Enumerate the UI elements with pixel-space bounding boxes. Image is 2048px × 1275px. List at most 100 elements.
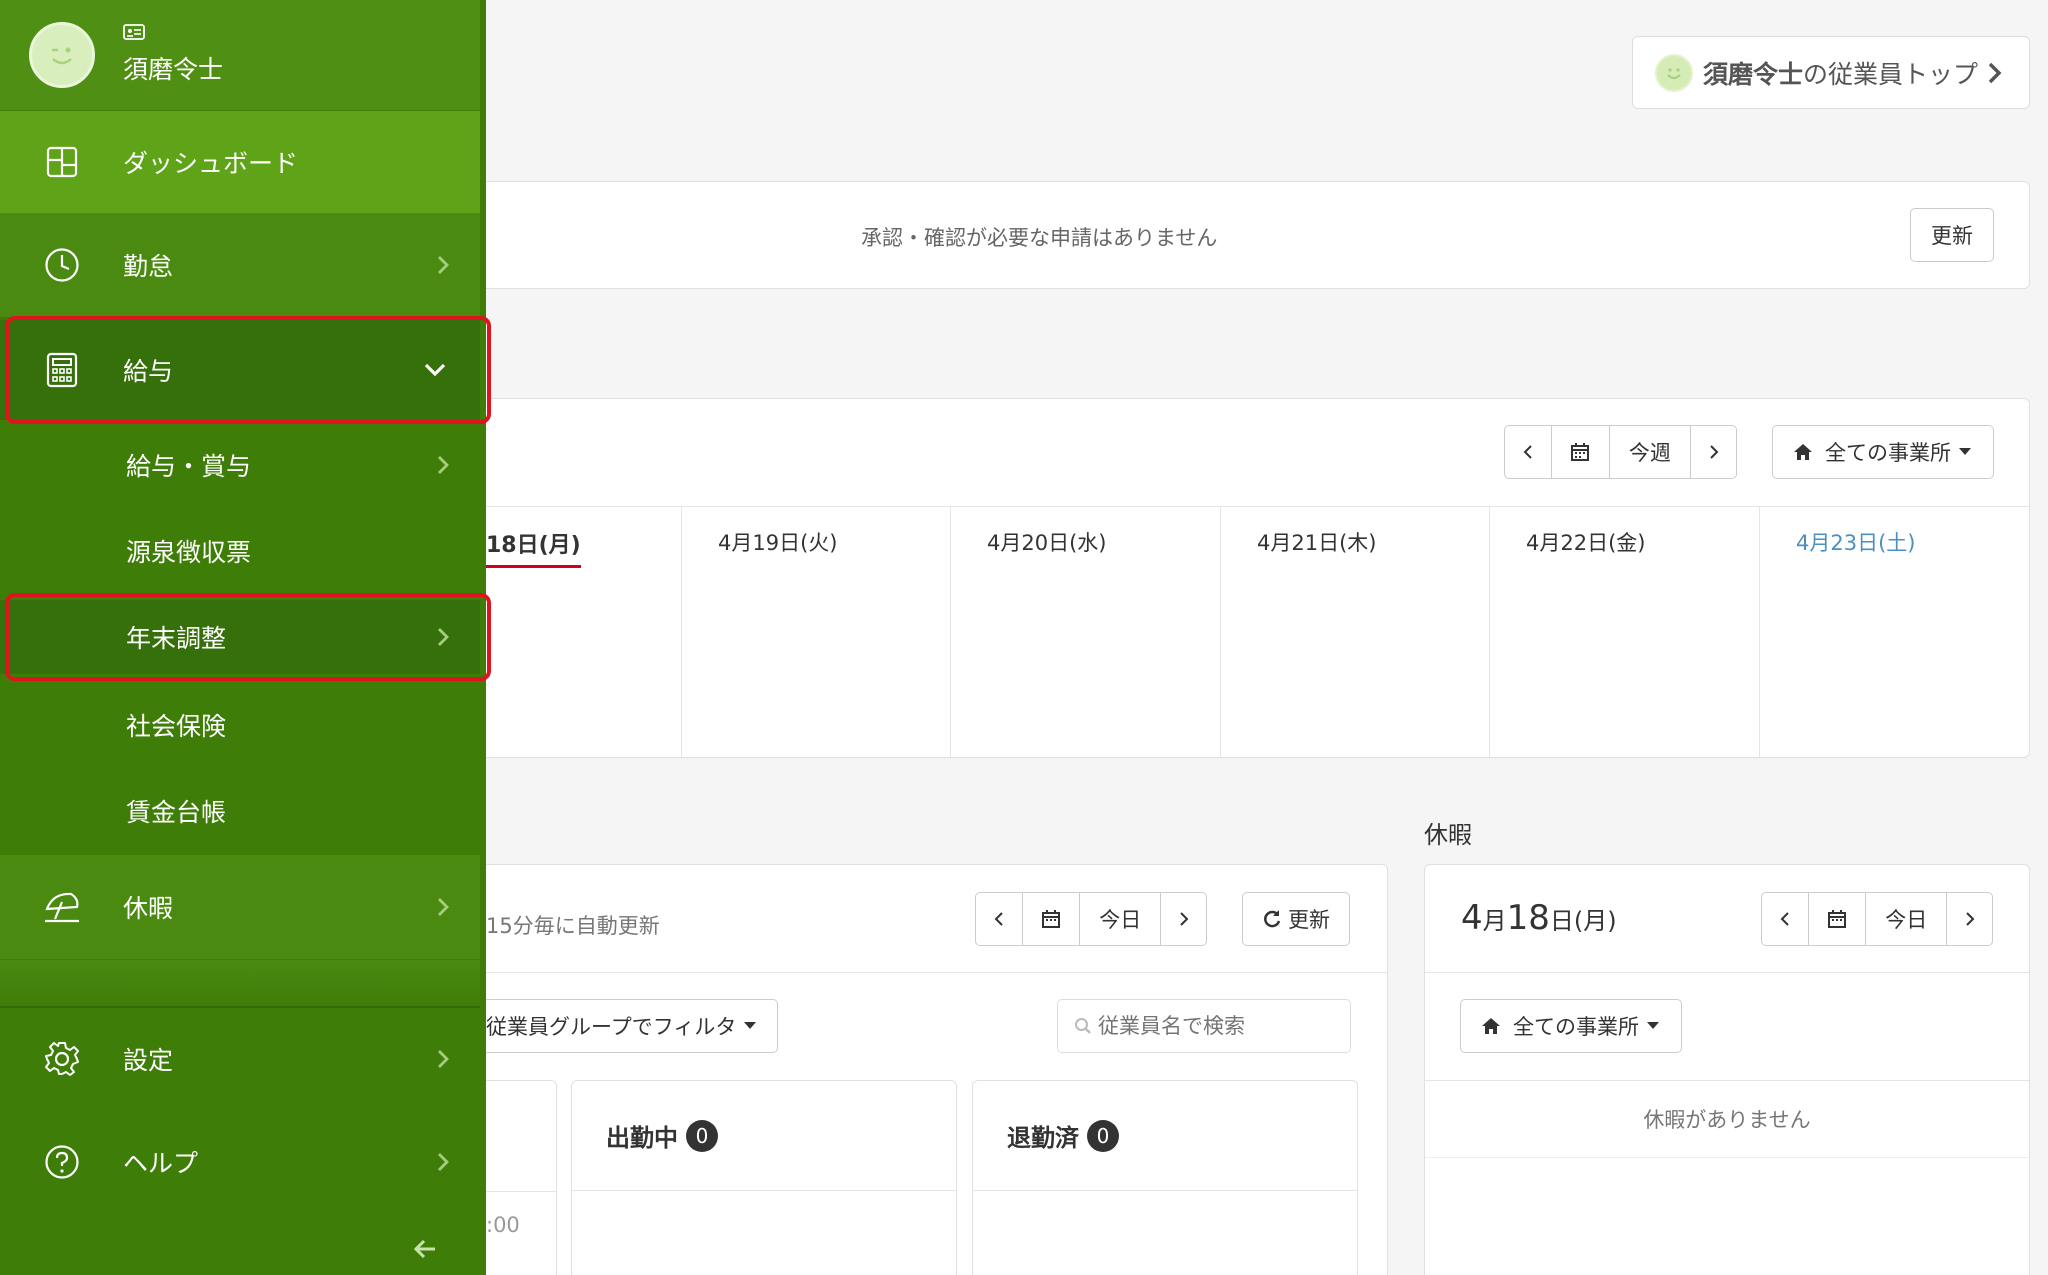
sidebar-subitem-salary-bonus[interactable]: 給与・賞与 xyxy=(0,428,480,502)
calendar-office-filter-label: 全ての事業所 xyxy=(1825,441,1951,465)
calendar-day-label: 4月21日(木) xyxy=(1257,531,1377,555)
calendar-picker-button[interactable] xyxy=(1021,893,1080,945)
sidebar-subitem-wage-ledger[interactable]: 賃金台帳 xyxy=(0,774,480,848)
sidebar-subitem-label: 源泉徴収票 xyxy=(126,538,252,567)
sidebar-subitem-label: 年末調整 xyxy=(126,624,227,653)
sidebar-subitem-year-end-adjustment[interactable]: 年末調整 xyxy=(0,600,480,674)
status-count-badge: 0 xyxy=(1087,1119,1119,1152)
sidebar-item-vacation[interactable]: 休暇 xyxy=(0,855,480,959)
sidebar-item-label: 設定 xyxy=(123,1046,174,1075)
clock-icon xyxy=(42,245,82,285)
calendar-day[interactable]: 4月21日(木) xyxy=(1220,507,1490,757)
calendar-day-label: 4月20日(水) xyxy=(987,531,1107,555)
search-input[interactable] xyxy=(1098,1014,1328,1038)
calendar-icon xyxy=(1827,910,1846,928)
attendance-refresh-label: 更新 xyxy=(1288,908,1330,932)
next-week-button[interactable] xyxy=(1690,426,1736,478)
home-icon xyxy=(1794,444,1812,460)
status-column-title: 出勤中 xyxy=(606,1124,678,1152)
calendar-day[interactable]: 4月22日(金) xyxy=(1489,507,1759,757)
chevron-right-icon xyxy=(1965,912,1975,926)
vacation-section-title: 休暇 xyxy=(1424,821,1472,849)
time-fragment: :00 xyxy=(486,1213,520,1237)
refresh-icon xyxy=(1264,910,1281,928)
sidebar: 須磨令士 ダッシュボード 勤怠 給与 給与・賞与 源泉徴収票 年末調整 社会保険… xyxy=(0,0,491,1275)
sidebar-subitem-label: 社会保険 xyxy=(126,712,227,741)
vacation-office-filter-label: 全ての事業所 xyxy=(1513,1015,1639,1039)
vacation-office-filter[interactable]: 全ての事業所 xyxy=(1460,999,1682,1053)
home-icon xyxy=(1482,1018,1500,1034)
calendar-office-filter[interactable]: 全ての事業所 xyxy=(1772,425,1994,479)
sidebar-scroll-fade xyxy=(0,960,480,1006)
employee-top-button[interactable]: 須磨令士 の従業員トップ xyxy=(1632,36,2030,109)
calendar-picker-button[interactable] xyxy=(1807,893,1866,945)
chevron-left-icon xyxy=(994,912,1003,926)
this-week-button[interactable]: 今週 xyxy=(1608,426,1691,478)
week-navigator: 今週 xyxy=(1504,425,1737,479)
next-day-button[interactable] xyxy=(1946,893,1992,945)
sidebar-item-label: 勤怠 xyxy=(123,252,174,281)
attendance-refresh-button[interactable]: 更新 xyxy=(1242,892,1350,946)
sidebar-item-dashboard[interactable]: ダッシュボード xyxy=(0,111,480,213)
sidebar-item-label: ダッシュボード xyxy=(123,149,299,178)
sidebar-item-help[interactable]: ヘルプ xyxy=(0,1110,480,1214)
next-day-button[interactable] xyxy=(1160,893,1206,945)
calendar-day-saturday[interactable]: 4月23日(土) xyxy=(1759,507,2029,757)
wink-face-icon xyxy=(52,47,72,65)
sidebar-user-header[interactable]: 須磨令士 xyxy=(0,0,480,110)
sidebar-item-label: ヘルプ xyxy=(123,1149,199,1178)
avatar xyxy=(29,22,95,88)
chevron-right-icon xyxy=(1179,912,1189,926)
search-icon xyxy=(1075,1018,1091,1034)
day-navigator: 今日 xyxy=(975,892,1207,946)
prev-week-button[interactable] xyxy=(1505,426,1551,478)
approvals-refresh-button[interactable]: 更新 xyxy=(1910,208,1994,262)
calendar-icon xyxy=(1041,910,1060,928)
sidebar-subitem-withholding-slip[interactable]: 源泉徴収票 xyxy=(0,514,480,588)
approvals-panel: 承認・確認が必要な申請はありません 更新 xyxy=(460,181,2030,289)
sidebar-subitem-social-insurance[interactable]: 社会保険 xyxy=(0,688,480,762)
approvals-message: 承認・確認が必要な申請はありません xyxy=(861,226,1218,250)
prev-day-button[interactable] xyxy=(976,893,1022,945)
status-count-badge: 0 xyxy=(686,1119,718,1152)
vacation-empty-message: 休暇がありません xyxy=(1643,1108,1811,1132)
arrow-left-icon xyxy=(414,1239,435,1259)
employee-search-box[interactable] xyxy=(1057,999,1351,1053)
calendar-picker-button[interactable] xyxy=(1550,426,1609,478)
today-button[interactable]: 今日 xyxy=(1865,893,1946,945)
chevron-right-icon xyxy=(1986,61,2002,85)
calendar-day-today[interactable]: 18日(月) xyxy=(486,507,682,757)
calendar-day-label: 4月23日(土) xyxy=(1796,531,1916,555)
sidebar-item-label: 給与 xyxy=(123,357,174,386)
status-column-left: 退勤済 0 xyxy=(972,1080,1358,1275)
caret-down-icon xyxy=(1647,1022,1659,1029)
gear-icon xyxy=(42,1039,82,1079)
sidebar-item-payroll[interactable]: 給与 xyxy=(0,320,480,420)
sidebar-collapse-button[interactable] xyxy=(408,1232,442,1266)
caret-down-icon xyxy=(744,1022,757,1029)
sidebar-user-name: 須磨令士 xyxy=(123,55,224,84)
chevron-left-icon xyxy=(1523,445,1532,459)
auto-refresh-note: 15分毎に自動更新 xyxy=(486,914,660,938)
sidebar-subitem-label: 賃金台帳 xyxy=(126,798,227,827)
vacation-date: 4月18日(月) xyxy=(1461,898,1617,938)
sidebar-item-label: 休暇 xyxy=(123,894,174,923)
prev-day-button[interactable] xyxy=(1762,893,1808,945)
chevron-right-icon xyxy=(432,1048,454,1070)
sidebar-item-attendance[interactable]: 勤怠 xyxy=(0,213,480,317)
employee-top-suffix: の従業員トップ xyxy=(1803,59,1979,89)
group-filter-label: 従業員グループでフィルタ xyxy=(486,1015,737,1039)
today-button[interactable]: 今日 xyxy=(1079,893,1160,945)
chevron-right-icon xyxy=(1709,445,1718,459)
status-column-title: 退勤済 xyxy=(1007,1124,1079,1152)
employee-top-name: 須磨令士 xyxy=(1703,59,1804,89)
id-card-icon xyxy=(123,24,145,44)
calendar-day[interactable]: 4月20日(水) xyxy=(950,507,1220,757)
calculator-icon xyxy=(42,350,82,390)
status-column-working: 出勤中 0 xyxy=(571,1080,957,1275)
sidebar-item-settings[interactable]: 設定 xyxy=(0,1006,480,1110)
group-filter-dropdown[interactable]: 従業員グループでフィルタ xyxy=(470,999,778,1053)
calendar-day[interactable]: 4月19日(火) xyxy=(681,507,951,757)
vacation-day-unit: 日(月) xyxy=(1549,907,1617,935)
vacation-day: 18 xyxy=(1506,898,1550,938)
